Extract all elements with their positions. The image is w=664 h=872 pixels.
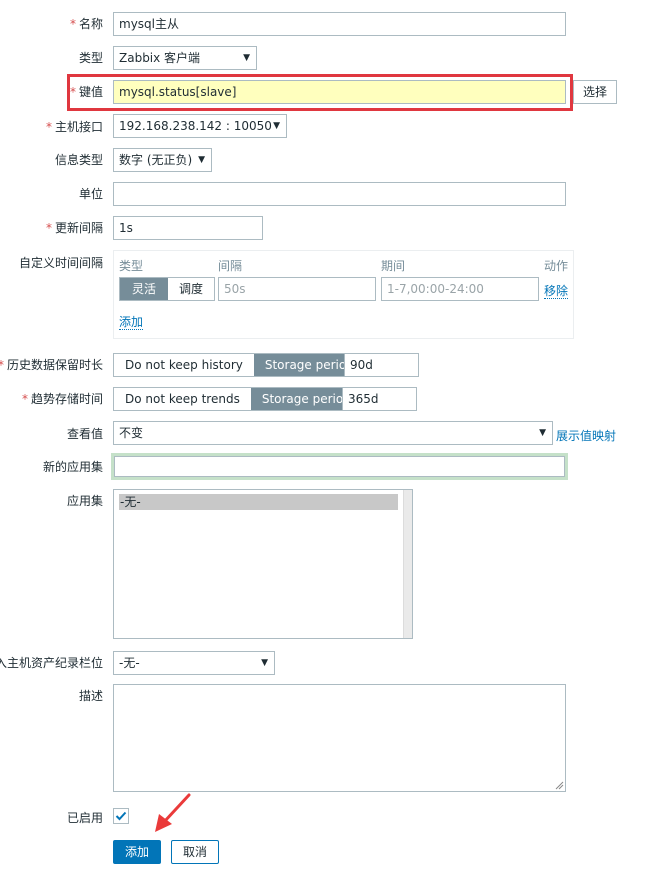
history-value-input[interactable]: 90d: [344, 353, 419, 377]
custom-intervals-table: 类型 间隔 期间 动作 灵活 调度 50s 1-7,00:00-24:00 移除…: [113, 250, 574, 339]
chevron-down-icon: ▼: [198, 155, 205, 165]
units-label: 单位: [78, 187, 103, 201]
new-application-label: 新的应用集: [42, 460, 103, 474]
required-marker: *: [21, 392, 28, 406]
key-label: * 键值: [69, 85, 103, 99]
trends-do-not-keep[interactable]: Do not keep trends: [114, 388, 251, 410]
application-option[interactable]: -无-: [119, 494, 398, 510]
required-marker: *: [0, 358, 4, 372]
interval-mode-toggle[interactable]: 灵活 调度: [119, 277, 216, 301]
description-textarea[interactable]: [113, 684, 566, 792]
key-input[interactable]: mysql.status[slave]: [113, 80, 566, 104]
listbox-scrollbar[interactable]: [403, 490, 412, 638]
resize-handle-icon[interactable]: [554, 780, 564, 790]
applications-listbox[interactable]: -无-: [113, 489, 413, 639]
col-header-interval: 间隔: [218, 259, 243, 273]
info-type-label: 信息类型: [54, 153, 103, 167]
enabled-label: 已启用: [66, 811, 103, 825]
col-header-type: 类型: [119, 259, 144, 273]
key-select-button[interactable]: 选择: [573, 80, 617, 104]
info-type-select[interactable]: 数字 (无正负) ▼: [113, 148, 212, 172]
show-value-label: 查看值: [66, 427, 103, 441]
required-marker: *: [69, 17, 76, 31]
type-label: 类型: [78, 51, 103, 65]
remove-link[interactable]: 移除: [544, 282, 569, 299]
applications-label: 应用集: [66, 494, 103, 508]
type-select[interactable]: Zabbix 客户端 ▼: [113, 46, 257, 70]
mode-scheduling[interactable]: 调度: [168, 278, 214, 300]
required-marker: *: [69, 85, 76, 99]
required-marker: *: [45, 221, 52, 235]
inventory-field-label: 入主机资产纪录栏位: [0, 656, 103, 670]
name-label: * 名称: [69, 17, 103, 31]
name-input[interactable]: mysql主从: [113, 12, 566, 36]
period-input[interactable]: 1-7,00:00-24:00: [381, 277, 539, 301]
checkmark-icon: [115, 811, 127, 821]
mode-flexible[interactable]: 灵活: [120, 278, 169, 300]
history-label: *历史数据保留时长: [0, 358, 103, 372]
chevron-down-icon: ▼: [539, 428, 546, 438]
history-mode-toggle[interactable]: Do not keep history Storage period: [113, 353, 366, 377]
inventory-field-select[interactable]: -无- ▼: [113, 651, 275, 675]
cancel-button[interactable]: 取消: [171, 840, 219, 864]
custom-intervals-label: 自定义时间间隔: [18, 256, 103, 270]
trends-value-input[interactable]: 365d: [342, 387, 417, 411]
required-marker: *: [45, 120, 52, 134]
chevron-down-icon: ▼: [243, 53, 250, 63]
col-header-period: 期间: [381, 259, 406, 273]
add-interval-link[interactable]: 添加: [119, 313, 144, 330]
host-interface-select[interactable]: 192.168.238.142 : 10050 ▼: [113, 114, 287, 138]
show-value-select[interactable]: 不变 ▼: [113, 421, 553, 445]
chevron-down-icon: ▼: [261, 658, 268, 668]
new-application-input[interactable]: [111, 453, 568, 480]
description-label: 描述: [78, 689, 103, 703]
update-interval-label: * 更新间隔: [45, 221, 103, 235]
host-interface-label: * 主机接口: [45, 120, 103, 134]
units-input[interactable]: [113, 182, 566, 206]
annotation-arrow-icon: [155, 793, 191, 832]
history-do-not-keep[interactable]: Do not keep history: [114, 354, 254, 376]
trends-mode-toggle[interactable]: Do not keep trends Storage period: [113, 387, 363, 411]
interval-input[interactable]: 50s: [218, 277, 376, 301]
update-interval-input[interactable]: 1s: [113, 216, 263, 240]
add-button[interactable]: 添加: [113, 840, 161, 864]
enabled-checkbox[interactable]: [113, 808, 129, 824]
value-mapping-link[interactable]: 展示值映射: [556, 427, 616, 444]
col-header-action: 动作: [544, 259, 569, 273]
chevron-down-icon: ▼: [273, 121, 280, 131]
trends-label: * 趋势存储时间: [21, 392, 103, 406]
